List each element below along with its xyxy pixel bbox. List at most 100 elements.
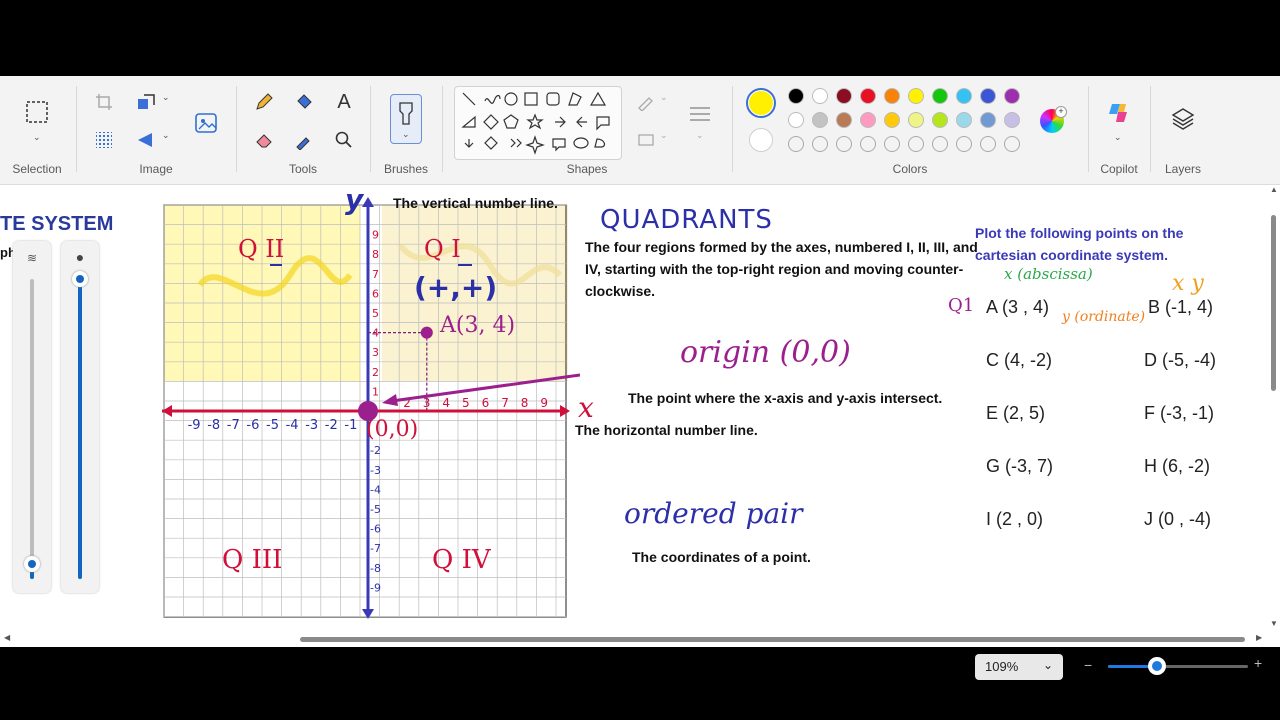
chevron-down-icon[interactable]: ⌄ bbox=[162, 130, 170, 141]
chevron-down-icon[interactable]: ⌄ bbox=[660, 92, 668, 103]
chevron-down-icon[interactable]: ⌄ bbox=[33, 132, 41, 143]
color-picker-icon[interactable] bbox=[292, 128, 316, 152]
color-swatch[interactable] bbox=[788, 88, 804, 104]
color-swatch[interactable] bbox=[884, 112, 900, 128]
quadrants-definition-line3: clockwise. bbox=[585, 283, 656, 299]
chevron-down-icon[interactable]: ⌄ bbox=[660, 130, 668, 141]
quadrants-heading: QUADRANTS bbox=[600, 205, 773, 235]
empty-color-slot[interactable] bbox=[884, 136, 900, 152]
empty-color-slot[interactable] bbox=[836, 136, 852, 152]
horizontal-scrollbar[interactable]: ◀ ▶ bbox=[0, 632, 1268, 646]
empty-color-slot[interactable] bbox=[812, 136, 828, 152]
empty-color-slot[interactable] bbox=[980, 136, 996, 152]
text-icon[interactable]: A bbox=[332, 90, 356, 114]
divider bbox=[76, 86, 77, 172]
quadrant-3-label: Q III bbox=[222, 545, 283, 575]
vertical-scrollbar[interactable]: ▲ ▼ bbox=[1268, 185, 1280, 632]
zoom-dropdown[interactable]: 109% ⌄ bbox=[975, 654, 1063, 680]
color-swatch[interactable] bbox=[908, 112, 924, 128]
x-tick-label: -6 bbox=[246, 418, 259, 433]
scroll-thumb[interactable] bbox=[1271, 215, 1276, 391]
color-swatch[interactable] bbox=[1004, 88, 1020, 104]
copilot-icon[interactable] bbox=[1106, 100, 1132, 126]
rotate-icon[interactable] bbox=[134, 128, 158, 152]
primary-color-swatch[interactable] bbox=[746, 88, 776, 118]
color-swatch[interactable] bbox=[884, 88, 900, 104]
scroll-right-icon[interactable]: ▶ bbox=[1256, 633, 1262, 642]
color-swatch[interactable] bbox=[812, 88, 828, 104]
tools-label: Tools bbox=[288, 162, 317, 176]
brushes-label: Brushes bbox=[383, 162, 429, 176]
shapes-gallery[interactable] bbox=[454, 86, 622, 160]
chevron-down-icon[interactable]: ⌄ bbox=[696, 130, 704, 141]
layers-group: Layers bbox=[1152, 76, 1214, 184]
scroll-up-icon[interactable]: ▲ bbox=[1270, 185, 1278, 194]
scroll-down-icon[interactable]: ▼ bbox=[1270, 619, 1278, 628]
color-swatch[interactable] bbox=[932, 112, 948, 128]
canvas-area[interactable]: TE SYSTEM ph ≋ ● -9-8-7-6-5-4-3-2-123456… bbox=[0, 185, 1280, 647]
image-creator-icon[interactable] bbox=[192, 108, 222, 138]
color-swatch[interactable] bbox=[860, 112, 876, 128]
exercise-point: F (-3, -1) bbox=[1144, 403, 1214, 423]
x-tick-label: -2 bbox=[325, 418, 338, 433]
ordered-pair-definition: The coordinates of a point. bbox=[632, 549, 811, 565]
zoom-slider[interactable] bbox=[1108, 657, 1248, 675]
empty-color-slot[interactable] bbox=[788, 136, 804, 152]
size-icon[interactable] bbox=[688, 102, 712, 126]
crop-icon[interactable] bbox=[92, 90, 116, 114]
magnifier-icon[interactable] bbox=[332, 128, 356, 152]
eraser-icon[interactable] bbox=[252, 128, 276, 152]
y-tick-label: 1 bbox=[372, 385, 379, 398]
brush-selector-button[interactable]: ⌄ bbox=[390, 94, 422, 144]
slider-thumb[interactable] bbox=[72, 271, 88, 287]
x-tick-label: -8 bbox=[207, 418, 220, 433]
tools-group: A Tools bbox=[238, 76, 368, 184]
empty-color-slot[interactable] bbox=[908, 136, 924, 152]
y-tick-label: 8 bbox=[372, 248, 379, 261]
outline-icon[interactable] bbox=[634, 90, 658, 114]
divider bbox=[1150, 86, 1151, 172]
color-swatch[interactable] bbox=[812, 112, 828, 128]
x-tick-label: -7 bbox=[227, 418, 240, 433]
color-swatch[interactable] bbox=[980, 112, 996, 128]
x-tick-label: 9 bbox=[540, 396, 548, 410]
zoom-out-button[interactable]: − bbox=[1084, 657, 1092, 673]
color-swatch[interactable] bbox=[1004, 112, 1020, 128]
edit-colors-icon[interactable]: + bbox=[1040, 106, 1067, 133]
secondary-color-swatch[interactable] bbox=[749, 128, 773, 152]
color-swatch[interactable] bbox=[836, 88, 852, 104]
fill-icon[interactable] bbox=[634, 128, 658, 152]
color-swatch[interactable] bbox=[836, 112, 852, 128]
slider-thumb[interactable] bbox=[1148, 657, 1166, 675]
color-swatch[interactable] bbox=[788, 112, 804, 128]
opacity-slider[interactable] bbox=[72, 271, 88, 579]
resize-icon[interactable] bbox=[134, 90, 158, 114]
empty-color-slot[interactable] bbox=[932, 136, 948, 152]
y-tick-label: -7 bbox=[370, 542, 381, 555]
scroll-thumb[interactable] bbox=[300, 637, 1245, 642]
color-swatch[interactable] bbox=[956, 112, 972, 128]
chevron-down-icon[interactable]: ⌄ bbox=[162, 92, 170, 103]
pencil-icon[interactable] bbox=[252, 90, 276, 114]
select-all-icon[interactable] bbox=[92, 128, 116, 152]
color-swatch[interactable] bbox=[908, 88, 924, 104]
color-swatch[interactable] bbox=[956, 88, 972, 104]
empty-color-slot[interactable] bbox=[956, 136, 972, 152]
color-swatch[interactable] bbox=[980, 88, 996, 104]
divider bbox=[370, 86, 371, 172]
scroll-left-icon[interactable]: ◀ bbox=[4, 633, 10, 642]
brush-size-slider[interactable] bbox=[24, 279, 40, 579]
fill-bucket-icon[interactable] bbox=[292, 90, 316, 114]
rectangle-select-icon[interactable] bbox=[25, 100, 49, 124]
slider-thumb[interactable] bbox=[24, 556, 40, 572]
ordinate-note: y (ordinate) bbox=[1062, 309, 1146, 325]
color-swatch[interactable] bbox=[860, 88, 876, 104]
zoom-in-button[interactable]: + bbox=[1254, 655, 1262, 671]
empty-color-slot[interactable] bbox=[860, 136, 876, 152]
layers-icon[interactable] bbox=[1170, 106, 1196, 132]
empty-color-slot[interactable] bbox=[1004, 136, 1020, 152]
y-tick-label: 6 bbox=[372, 287, 379, 300]
slider-fill bbox=[78, 279, 82, 579]
chevron-down-icon[interactable]: ⌄ bbox=[1114, 132, 1122, 143]
color-swatch[interactable] bbox=[932, 88, 948, 104]
